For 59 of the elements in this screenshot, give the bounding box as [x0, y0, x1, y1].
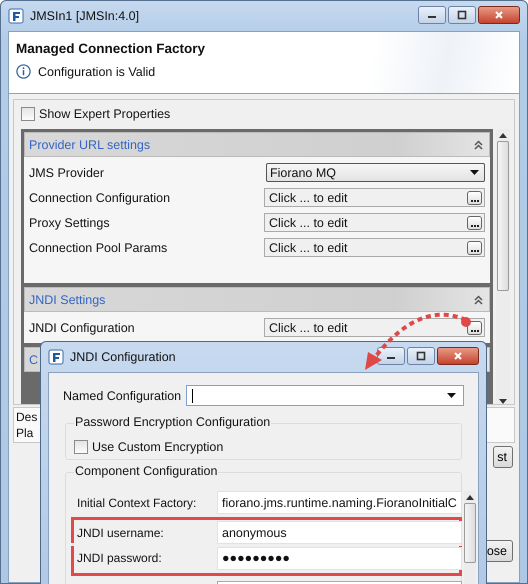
info-icon [16, 64, 31, 79]
field-label: JNDI password: [76, 551, 163, 565]
description-text: Pla [16, 425, 34, 441]
arrow-down-icon [499, 399, 507, 404]
property-label: Connection Pool Params [29, 240, 168, 254]
group-title: Password Encryption Configuration [74, 415, 272, 429]
collapse-icon [474, 140, 483, 150]
field-label: Named Configuration [63, 388, 182, 402]
status-message: Configuration is Valid [38, 64, 156, 78]
scrollbar[interactable] [464, 491, 476, 584]
property-label: Proxy Settings [29, 216, 111, 230]
property-value: Click ... to edit [269, 190, 348, 204]
page-title: Managed Connection Factory [16, 41, 206, 56]
minimize-button[interactable] [418, 6, 446, 24]
scrollbar[interactable] [496, 129, 510, 404]
browse-button[interactable] [467, 240, 482, 254]
checkbox-label: Show Expert Properties [39, 107, 170, 121]
maximize-button[interactable] [448, 6, 476, 24]
property-label: Connection Configuration [29, 190, 172, 204]
close-icon [494, 10, 504, 20]
dialog-button[interactable]: st [493, 446, 513, 468]
app-icon [8, 8, 24, 24]
browse-button[interactable] [467, 320, 482, 334]
field-label: JNDI username: [76, 526, 165, 540]
collapse-icon [474, 294, 483, 304]
dropdown[interactable]: Fiorano MQ [266, 163, 485, 182]
dialog-title: JNDI Configuration [70, 350, 176, 364]
window-title: JMSIn1 [JMSIn:4.0] [30, 9, 140, 23]
browse-button[interactable] [467, 190, 482, 204]
property-value: Click ... to edit [269, 216, 348, 230]
checkbox[interactable] [74, 440, 88, 454]
input-field[interactable]: fiorano.jms.runtime.naming.FioranoInitialC [217, 491, 462, 514]
input-field[interactable]: anonymous [217, 521, 462, 544]
caret-down-icon [470, 170, 479, 175]
maximize-icon [457, 10, 467, 20]
property-value: Click ... to edit [269, 320, 348, 334]
maximize-icon [416, 351, 426, 361]
group-title: Component Configuration [74, 464, 218, 478]
checkbox-label: Use Custom Encryption [92, 440, 224, 454]
close-icon [453, 351, 463, 361]
section-header[interactable]: Provider URL settings [24, 132, 490, 157]
arrow-up-icon [466, 495, 474, 500]
close-button[interactable] [437, 347, 479, 365]
combo-box[interactable] [186, 385, 464, 406]
maximize-button[interactable] [407, 347, 435, 365]
checkbox[interactable] [21, 107, 35, 121]
app-icon [48, 349, 64, 365]
field-label: Initial Context Factory: [76, 496, 198, 510]
close-button[interactable] [478, 6, 520, 24]
section-header[interactable]: JNDI Settings [24, 287, 490, 312]
description-text: Des [16, 409, 38, 425]
minimize-button[interactable] [377, 347, 405, 365]
arrow-up-icon [499, 133, 507, 138]
caret-down-icon [447, 393, 456, 398]
property-label: JNDI Configuration [29, 320, 136, 334]
property-value: Click ... to edit [269, 240, 348, 254]
property-label: JMS Provider [29, 166, 106, 180]
browse-button[interactable] [467, 216, 482, 230]
input-field[interactable]: ●●●●●●●●● [217, 546, 462, 570]
